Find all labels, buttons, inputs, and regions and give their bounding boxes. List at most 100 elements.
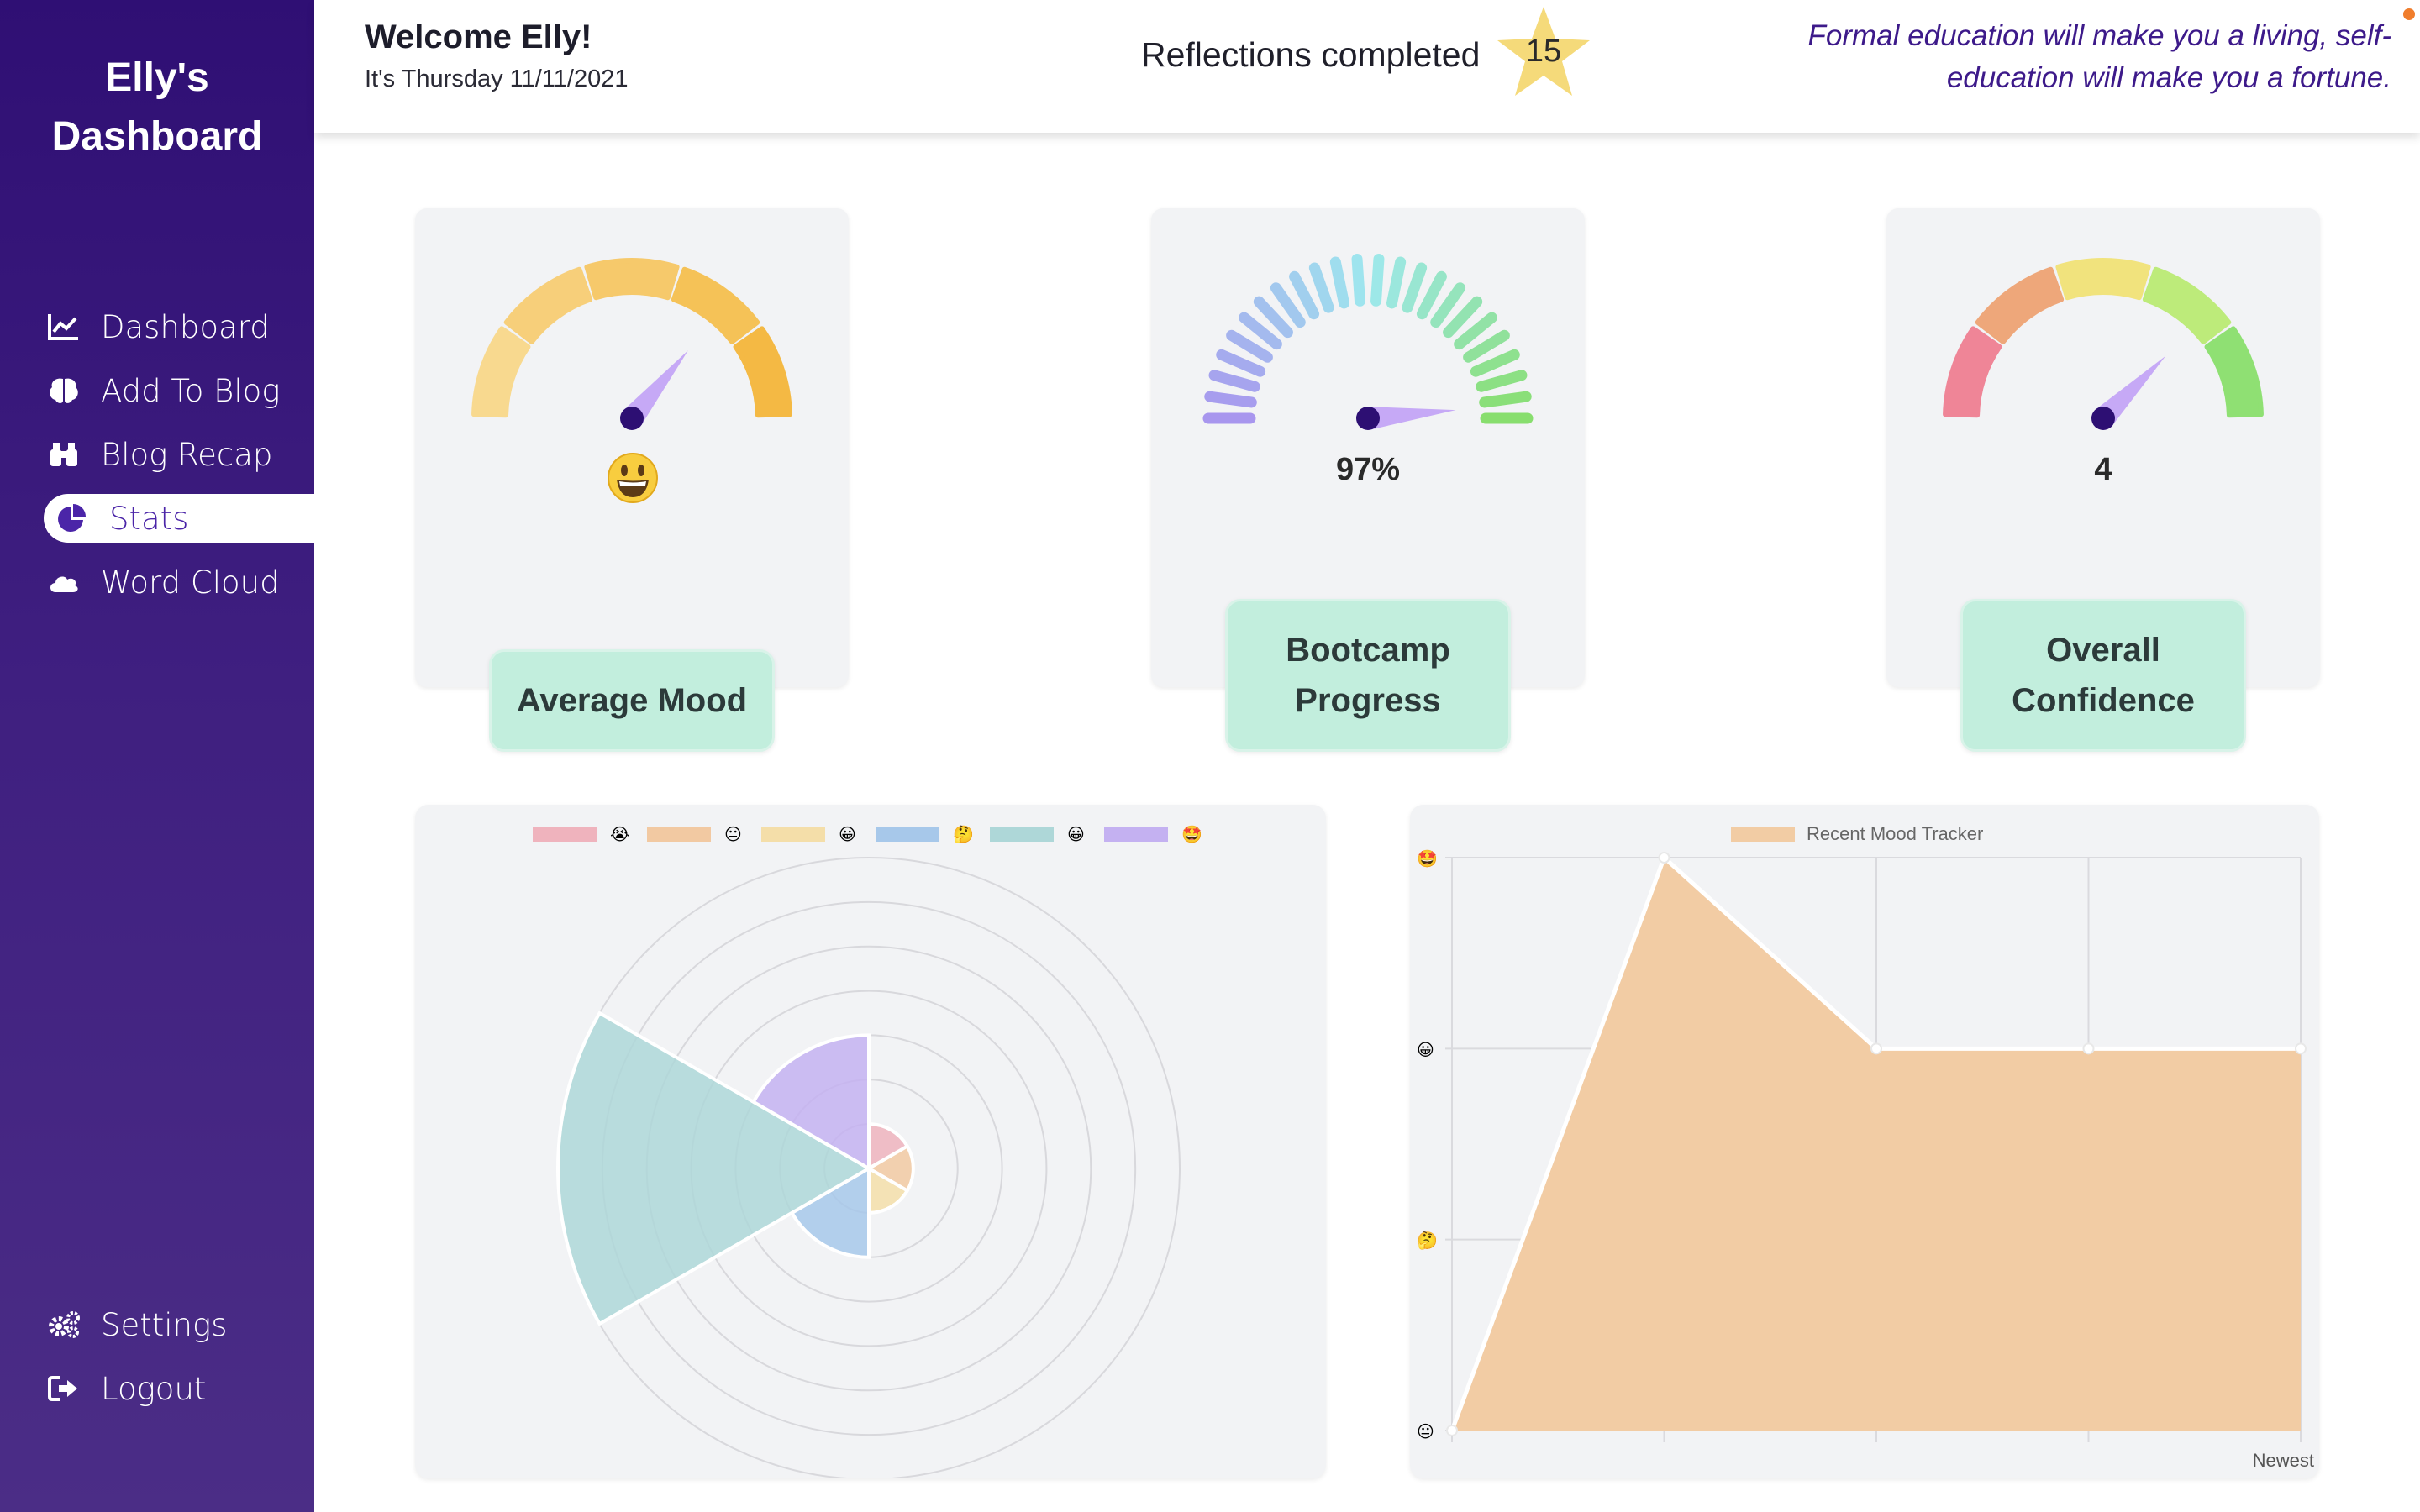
overall-confidence-segment — [2055, 258, 2151, 301]
overall-confidence-card: 4 Overall Confidence — [1886, 208, 2320, 752]
area-legend: Recent Mood Tracker — [1731, 823, 1983, 844]
legend-emoji: 🤔 — [953, 824, 974, 844]
data-point[interactable] — [2082, 1042, 2095, 1055]
bootcamp-progress-tick — [1208, 370, 1260, 392]
sidebar-item-label: Add To Blog — [101, 372, 281, 409]
bootcamp-progress-tick — [1329, 256, 1350, 309]
sidebar-item-logout[interactable]: Logout — [44, 1364, 314, 1413]
legend-emoji: 🤩 — [1181, 824, 1202, 844]
sidebar-title-text: Elly's Dashboard — [51, 55, 263, 159]
logout-icon — [44, 1372, 84, 1405]
legend-swatch[interactable] — [761, 827, 825, 842]
sidebar-item-label: Blog Recap — [101, 436, 273, 473]
average-mood-segment — [671, 266, 760, 344]
bootcamp-progress-gauge — [1202, 253, 1534, 430]
bootcamp-progress-tick — [1289, 270, 1320, 320]
mood-polar-chart: 😭 😐 😀 🤔 😀 🤩 — [533, 824, 1202, 1480]
data-point[interactable] — [2295, 1042, 2307, 1055]
sidebar-item-dashboard[interactable]: Dashboard — [44, 302, 314, 351]
y-tick-emoji: 😐 — [1417, 1421, 1434, 1441]
welcome-heading: Welcome Elly! — [365, 18, 592, 55]
sidebar-item-settings[interactable]: Settings — [44, 1300, 314, 1349]
average-mood-card: Average Mood — [415, 208, 849, 752]
overall-confidence-segment — [1943, 326, 2002, 418]
bootcamp-progress-tick — [1476, 370, 1528, 392]
overall-confidence-label: Overall Confidence — [1960, 599, 2246, 752]
data-point[interactable] — [1870, 1042, 1882, 1055]
mood-tracker-chart: Recent Mood Tracker 😐 🤔 😀 🤩 Newest — [1417, 823, 2314, 1471]
current-date: It's Thursday 11/11/2021 — [365, 66, 629, 92]
bootcamp-progress-label-text: Bootcamp Progress — [1286, 632, 1450, 719]
average-mood-label: Average Mood — [489, 649, 775, 752]
bootcamp-progress-needle-hub — [1356, 407, 1380, 430]
average-mood-needle-hub — [620, 407, 644, 430]
overall-confidence-segment — [1975, 266, 2065, 344]
sidebar-item-label: Settings — [101, 1306, 228, 1343]
data-point[interactable] — [1658, 852, 1670, 864]
bootcamp-progress-tick — [1386, 256, 1407, 309]
polar-legend: 😭 😐 😀 🤔 😀 🤩 — [533, 824, 1202, 844]
sidebar-item-label: Stats — [109, 500, 189, 537]
average-mood-gauge — [471, 258, 792, 430]
sidebar-item-label: Dashboard — [101, 308, 270, 345]
average-mood-segment — [503, 266, 593, 344]
legend-emoji: 😀 — [839, 824, 856, 844]
legend-swatch[interactable] — [533, 827, 597, 842]
y-tick-emoji: 🤩 — [1417, 848, 1438, 869]
gears-icon — [44, 1308, 84, 1341]
data-point[interactable] — [1446, 1425, 1458, 1436]
sidebar-title: Elly's Dashboard — [0, 49, 314, 166]
legend-emoji: 😀 — [1067, 824, 1085, 844]
mood-distribution-card: 😭 😐 😀 🤔 😀 🤩 — [415, 805, 1326, 1480]
legend-swatch[interactable] — [1731, 827, 1795, 842]
bootcamp-progress-tick — [1204, 391, 1257, 408]
chart-title: Recent Mood Tracker — [1807, 823, 1983, 844]
line-chart-icon — [44, 310, 84, 344]
grinning-face-icon — [608, 453, 658, 503]
overall-confidence-value: 4 — [2094, 452, 2112, 487]
reflections-label: Reflections completed — [1141, 35, 1481, 74]
notification-dot — [2403, 8, 2415, 20]
top-header: Welcome Elly! It's Thursday 11/11/2021 R… — [314, 0, 2420, 133]
bootcamp-progress-needle — [1366, 407, 1456, 430]
pie-chart-icon — [52, 501, 92, 535]
reflections-count: 15 — [1525, 34, 1562, 69]
sidebar-item-word-cloud[interactable]: Word Cloud — [44, 558, 314, 606]
y-tick-emoji: 😀 — [1417, 1039, 1434, 1059]
sidebar-item-label: Word Cloud — [101, 564, 280, 601]
bootcamp-progress-value: 97% — [1335, 452, 1401, 487]
sidebar: Elly's Dashboard Dashboard Add To Blog B… — [0, 0, 314, 1512]
bootcamp-progress-label: Bootcamp Progress — [1225, 599, 1511, 752]
overall-confidence-gauge — [1943, 258, 2264, 430]
bootcamp-progress-tick — [1370, 253, 1385, 307]
legend-swatch[interactable] — [647, 827, 711, 842]
legend-swatch[interactable] — [1104, 827, 1168, 842]
sidebar-item-label: Logout — [101, 1370, 207, 1407]
sidebar-item-stats[interactable]: Stats — [44, 494, 314, 543]
bootcamp-progress-tick — [1351, 253, 1365, 307]
bootcamp-progress-tick — [1470, 349, 1520, 377]
legend-swatch[interactable] — [876, 827, 939, 842]
overall-confidence-needle-hub — [2091, 407, 2115, 430]
average-mood-segment — [733, 326, 792, 418]
motivational-quote: Formal education will make you a living,… — [1807, 19, 2391, 94]
legend-emoji: 😐 — [724, 824, 742, 844]
sidebar-item-add-to-blog[interactable]: Add To Blog — [44, 366, 314, 415]
bootcamp-progress-tick — [1416, 270, 1447, 320]
bootcamp-progress-tick — [1216, 349, 1266, 377]
bootcamp-progress-tick — [1479, 391, 1532, 408]
y-tick-emoji: 🤔 — [1417, 1231, 1438, 1251]
overall-confidence-label-text: Overall Confidence — [2012, 632, 2195, 719]
average-mood-segment — [584, 258, 680, 301]
cloud-icon — [44, 565, 84, 599]
average-mood-segment — [471, 326, 531, 418]
legend-emoji: 😭 — [610, 824, 629, 844]
overall-confidence-segment — [2204, 326, 2264, 418]
bootcamp-progress-tick — [1308, 262, 1334, 313]
sidebar-item-blog-recap[interactable]: Blog Recap — [44, 430, 314, 479]
x-axis-label: Newest — [2253, 1450, 2314, 1471]
legend-swatch[interactable] — [990, 827, 1054, 842]
binoculars-icon — [44, 438, 84, 471]
bootcamp-progress-card: 97% Bootcamp Progress — [1151, 208, 1585, 752]
mood-tracker-card: Recent Mood Tracker 😐 🤔 😀 🤩 Newest — [1410, 805, 2319, 1478]
